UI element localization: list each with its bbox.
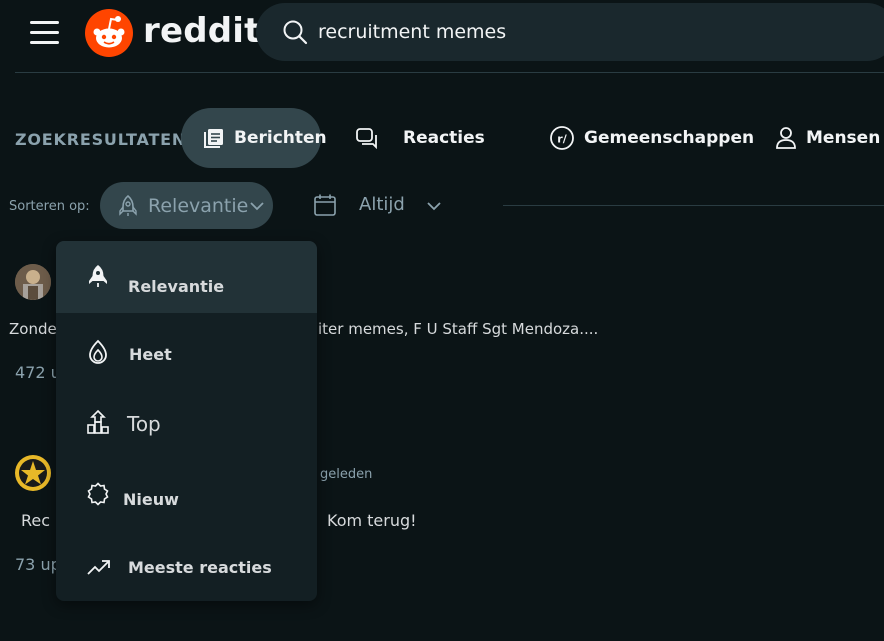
chevron-down-icon bbox=[427, 202, 441, 211]
tab-posts-label: Berichten bbox=[234, 128, 327, 148]
sort-option-hot[interactable]: Heet bbox=[56, 317, 317, 389]
search-input[interactable] bbox=[318, 18, 838, 46]
sort-option-top[interactable]: Top bbox=[56, 387, 317, 459]
new-icon bbox=[87, 482, 109, 506]
post-title-start[interactable]: Zonde bbox=[9, 320, 57, 338]
svg-text:r/: r/ bbox=[557, 133, 567, 146]
post-community[interactable]: Rec bbox=[21, 511, 50, 530]
tab-comments-label: Reacties bbox=[403, 128, 485, 148]
post-upvotes: 472 u bbox=[15, 363, 61, 382]
tab-posts[interactable]: Berichten bbox=[181, 108, 327, 168]
sort-option-label: Heet bbox=[129, 345, 172, 364]
community-icon: r/ bbox=[550, 126, 574, 150]
post-upvotes: 73 up bbox=[15, 555, 61, 574]
avatar-image-icon bbox=[15, 264, 51, 300]
sort-divider bbox=[503, 205, 884, 206]
menu-icon[interactable] bbox=[30, 20, 60, 44]
sort-option-label: Meeste reacties bbox=[128, 558, 272, 577]
reddit-wordmark[interactable]: reddit bbox=[143, 11, 261, 51]
flame-icon bbox=[89, 339, 107, 364]
sort-option-label: Relevantie bbox=[128, 277, 225, 296]
sort-option-relevance[interactable]: Relevantie bbox=[56, 241, 317, 313]
avatar[interactable] bbox=[15, 264, 51, 300]
search-bar[interactable] bbox=[256, 3, 884, 61]
posts-icon bbox=[204, 129, 223, 148]
tab-people[interactable]: Mensen bbox=[775, 108, 880, 168]
header: reddit bbox=[0, 0, 884, 73]
post-title[interactable]: Kom terug! bbox=[327, 511, 417, 530]
search-tabs: ZOEKRESULTATEN Berichten Reacties r/ Gem… bbox=[0, 108, 884, 170]
sort-option-most-comments[interactable]: Meeste reacties bbox=[56, 531, 317, 601]
tab-communities[interactable]: r/ Gemeenschappen bbox=[549, 108, 754, 168]
chevron-down-icon bbox=[250, 202, 264, 211]
reddit-logo-icon[interactable] bbox=[84, 8, 134, 58]
search-icon bbox=[283, 20, 308, 45]
sort-selected-value: Relevantie bbox=[148, 195, 249, 217]
community-avatar-icon[interactable] bbox=[14, 454, 52, 492]
user-icon bbox=[776, 127, 796, 149]
calendar-icon bbox=[314, 194, 336, 216]
post-time: geleden bbox=[320, 467, 373, 482]
sort-dropdown-button[interactable]: Relevantie bbox=[100, 182, 273, 229]
sort-option-label: Top bbox=[127, 412, 161, 436]
time-filter-value: Altijd bbox=[359, 194, 405, 215]
top-icon bbox=[87, 409, 109, 434]
sort-row: Sorteren op: Relevantie Altijd bbox=[0, 180, 884, 230]
search-results-label: ZOEKRESULTATEN bbox=[15, 130, 187, 149]
tab-communities-label: Gemeenschappen bbox=[584, 128, 755, 148]
header-divider bbox=[15, 72, 884, 73]
trending-icon bbox=[87, 560, 110, 575]
rocket-icon bbox=[119, 194, 137, 216]
sort-dropdown-menu: Relevantie Heet Top Nieuw Meeste reactie… bbox=[56, 241, 317, 601]
tab-comments[interactable]: Reacties bbox=[355, 108, 485, 168]
comments-icon bbox=[356, 128, 377, 149]
tab-people-label: Mensen bbox=[806, 128, 881, 148]
post-title-end[interactable]: iter memes, F U Staff Sgt Mendoza.... bbox=[318, 320, 598, 338]
sort-option-label: Nieuw bbox=[123, 490, 179, 509]
rocket-icon bbox=[89, 265, 107, 287]
sort-option-new[interactable]: Nieuw bbox=[56, 462, 317, 534]
sort-label: Sorteren op: bbox=[9, 199, 90, 214]
